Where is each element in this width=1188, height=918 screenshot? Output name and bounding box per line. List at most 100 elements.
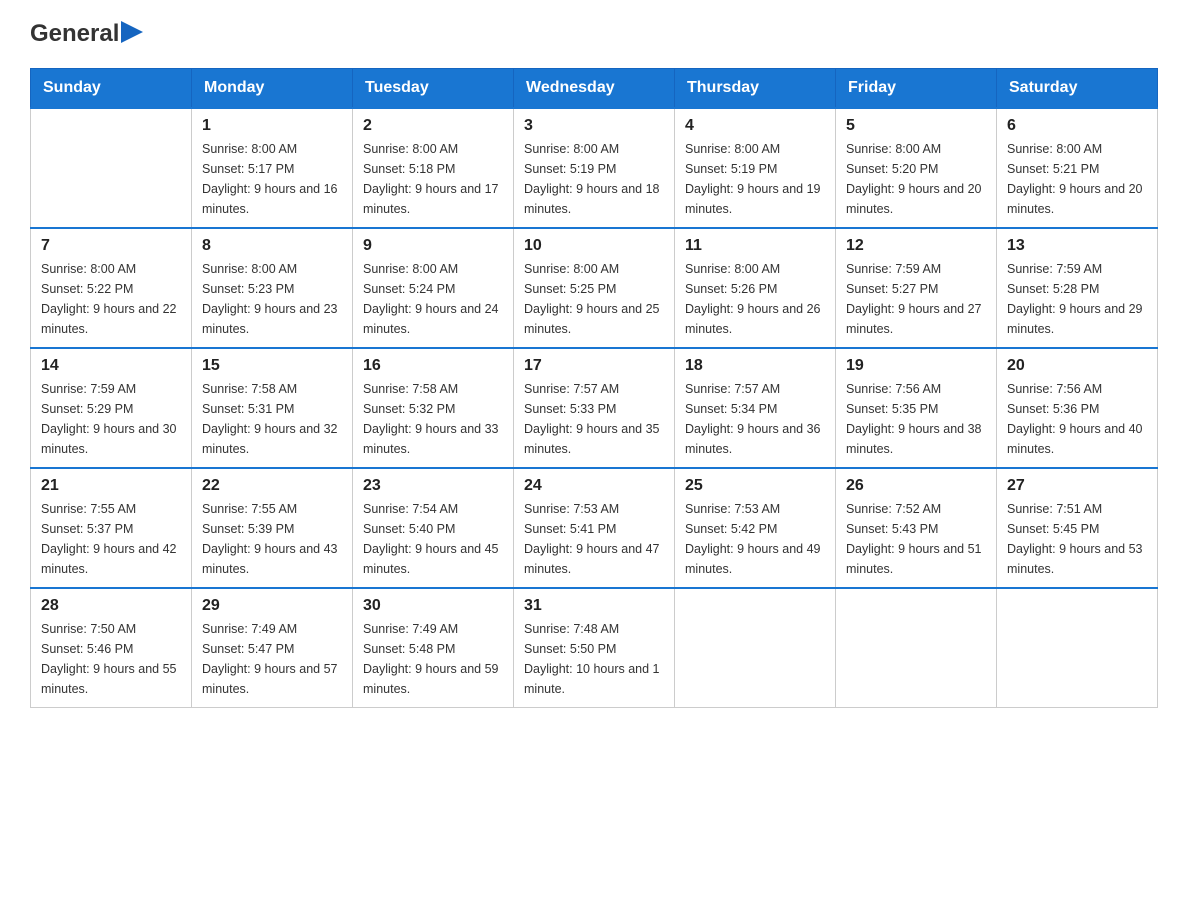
day-info: Sunrise: 7:49 AMSunset: 5:47 PMDaylight:…: [202, 619, 342, 699]
day-number: 21: [41, 477, 181, 495]
day-number: 23: [363, 477, 503, 495]
calendar-cell: 28 Sunrise: 7:50 AMSunset: 5:46 PMDayligh…: [31, 588, 192, 708]
day-info: Sunrise: 7:59 AMSunset: 5:27 PMDaylight:…: [846, 259, 986, 339]
day-info: Sunrise: 7:58 AMSunset: 5:32 PMDaylight:…: [363, 379, 503, 459]
day-number: 6: [1007, 117, 1147, 135]
day-info: Sunrise: 7:53 AMSunset: 5:42 PMDaylight:…: [685, 499, 825, 579]
calendar-cell: 31Sunrise: 7:48 AMSunset: 5:50 PMDayligh…: [514, 588, 675, 708]
calendar-cell: 14 Sunrise: 7:59 AMSunset: 5:29 PMDayligh…: [31, 348, 192, 468]
week-row-3: 14 Sunrise: 7:59 AMSunset: 5:29 PMDayligh…: [31, 348, 1158, 468]
calendar-cell: 3 Sunrise: 8:00 AMSunset: 5:19 PMDaylight…: [514, 108, 675, 228]
calendar-cell: 6 Sunrise: 8:00 AMSunset: 5:21 PMDaylight…: [997, 108, 1158, 228]
day-info: Sunrise: 7:48 AMSunset: 5:50 PMDaylight:…: [524, 619, 664, 699]
day-number: 11: [685, 237, 825, 255]
col-header-sunday: Sunday: [31, 69, 192, 109]
day-number: 12: [846, 237, 986, 255]
day-info: Sunrise: 7:49 AMSunset: 5:48 PMDaylight:…: [363, 619, 503, 699]
calendar-cell: 9Sunrise: 8:00 AMSunset: 5:24 PMDaylight…: [353, 228, 514, 348]
calendar-cell: 25 Sunrise: 7:53 AMSunset: 5:42 PMDayligh…: [675, 468, 836, 588]
week-row-1: 1 Sunrise: 8:00 AMSunset: 5:17 PMDaylight…: [31, 108, 1158, 228]
day-info: Sunrise: 7:55 AMSunset: 5:39 PMDaylight:…: [202, 499, 342, 579]
page-header: General: [30, 20, 1158, 48]
calendar-cell: 16 Sunrise: 7:58 AMSunset: 5:32 PMDayligh…: [353, 348, 514, 468]
day-number: 5: [846, 117, 986, 135]
week-row-5: 28 Sunrise: 7:50 AMSunset: 5:46 PMDayligh…: [31, 588, 1158, 708]
calendar-cell: 10 Sunrise: 8:00 AMSunset: 5:25 PMDayligh…: [514, 228, 675, 348]
col-header-friday: Friday: [836, 69, 997, 109]
day-number: 1: [202, 117, 342, 135]
calendar-cell: 26 Sunrise: 7:52 AMSunset: 5:43 PMDayligh…: [836, 468, 997, 588]
day-number: 24: [524, 477, 664, 495]
calendar-cell: 22 Sunrise: 7:55 AMSunset: 5:39 PMDayligh…: [192, 468, 353, 588]
day-number: 13: [1007, 237, 1147, 255]
day-info: Sunrise: 8:00 AMSunset: 5:19 PMDaylight:…: [524, 139, 664, 219]
calendar-cell: 17 Sunrise: 7:57 AMSunset: 5:33 PMDayligh…: [514, 348, 675, 468]
day-number: 25: [685, 477, 825, 495]
col-header-saturday: Saturday: [997, 69, 1158, 109]
day-info: Sunrise: 7:57 AMSunset: 5:33 PMDaylight:…: [524, 379, 664, 459]
calendar-cell: 8 Sunrise: 8:00 AMSunset: 5:23 PMDaylight…: [192, 228, 353, 348]
day-info: Sunrise: 7:58 AMSunset: 5:31 PMDaylight:…: [202, 379, 342, 459]
day-number: 29: [202, 597, 342, 615]
day-number: 4: [685, 117, 825, 135]
col-header-thursday: Thursday: [675, 69, 836, 109]
day-number: 16: [363, 357, 503, 375]
logo: General: [30, 20, 143, 48]
calendar-cell: 23 Sunrise: 7:54 AMSunset: 5:40 PMDayligh…: [353, 468, 514, 588]
day-info: Sunrise: 7:59 AMSunset: 5:29 PMDaylight:…: [41, 379, 181, 459]
day-info: Sunrise: 7:57 AMSunset: 5:34 PMDaylight:…: [685, 379, 825, 459]
day-number: 28: [41, 597, 181, 615]
day-info: Sunrise: 7:52 AMSunset: 5:43 PMDaylight:…: [846, 499, 986, 579]
calendar-header-row: SundayMondayTuesdayWednesdayThursdayFrid…: [31, 69, 1158, 109]
day-info: Sunrise: 8:00 AMSunset: 5:23 PMDaylight:…: [202, 259, 342, 339]
day-info: Sunrise: 8:00 AMSunset: 5:17 PMDaylight:…: [202, 139, 342, 219]
day-number: 17: [524, 357, 664, 375]
day-number: 26: [846, 477, 986, 495]
logo-general: General: [30, 20, 119, 48]
calendar-cell: 12 Sunrise: 7:59 AMSunset: 5:27 PMDayligh…: [836, 228, 997, 348]
col-header-wednesday: Wednesday: [514, 69, 675, 109]
day-number: 27: [1007, 477, 1147, 495]
calendar-cell: 5 Sunrise: 8:00 AMSunset: 5:20 PMDaylight…: [836, 108, 997, 228]
day-number: 7: [41, 237, 181, 255]
calendar-cell: 1 Sunrise: 8:00 AMSunset: 5:17 PMDaylight…: [192, 108, 353, 228]
day-info: Sunrise: 8:00 AMSunset: 5:26 PMDaylight:…: [685, 259, 825, 339]
calendar-cell: 30 Sunrise: 7:49 AMSunset: 5:48 PMDayligh…: [353, 588, 514, 708]
day-number: 18: [685, 357, 825, 375]
calendar-cell: 20Sunrise: 7:56 AMSunset: 5:36 PMDayligh…: [997, 348, 1158, 468]
calendar-cell: 18 Sunrise: 7:57 AMSunset: 5:34 PMDayligh…: [675, 348, 836, 468]
calendar-cell: 29 Sunrise: 7:49 AMSunset: 5:47 PMDayligh…: [192, 588, 353, 708]
day-info: Sunrise: 8:00 AMSunset: 5:19 PMDaylight:…: [685, 139, 825, 219]
col-header-monday: Monday: [192, 69, 353, 109]
calendar-cell: 2 Sunrise: 8:00 AMSunset: 5:18 PMDaylight…: [353, 108, 514, 228]
calendar-cell: 4 Sunrise: 8:00 AMSunset: 5:19 PMDaylight…: [675, 108, 836, 228]
calendar-cell: [997, 588, 1158, 708]
day-number: 22: [202, 477, 342, 495]
day-info: Sunrise: 8:00 AMSunset: 5:20 PMDaylight:…: [846, 139, 986, 219]
calendar-table: SundayMondayTuesdayWednesdayThursdayFrid…: [30, 68, 1158, 708]
calendar-cell: 7Sunrise: 8:00 AMSunset: 5:22 PMDaylight…: [31, 228, 192, 348]
day-info: Sunrise: 7:55 AMSunset: 5:37 PMDaylight:…: [41, 499, 181, 579]
day-number: 14: [41, 357, 181, 375]
day-number: 10: [524, 237, 664, 255]
day-number: 8: [202, 237, 342, 255]
day-info: Sunrise: 7:56 AMSunset: 5:35 PMDaylight:…: [846, 379, 986, 459]
calendar-cell: [675, 588, 836, 708]
day-info: Sunrise: 8:00 AMSunset: 5:18 PMDaylight:…: [363, 139, 503, 219]
day-number: 2: [363, 117, 503, 135]
day-info: Sunrise: 8:00 AMSunset: 5:24 PMDaylight:…: [363, 259, 503, 339]
day-info: Sunrise: 8:00 AMSunset: 5:21 PMDaylight:…: [1007, 139, 1147, 219]
day-info: Sunrise: 7:54 AMSunset: 5:40 PMDaylight:…: [363, 499, 503, 579]
logo-arrow-icon: [121, 21, 143, 43]
week-row-4: 21 Sunrise: 7:55 AMSunset: 5:37 PMDayligh…: [31, 468, 1158, 588]
day-number: 30: [363, 597, 503, 615]
day-info: Sunrise: 7:56 AMSunset: 5:36 PMDaylight:…: [1007, 379, 1147, 459]
day-number: 3: [524, 117, 664, 135]
calendar-cell: 21 Sunrise: 7:55 AMSunset: 5:37 PMDayligh…: [31, 468, 192, 588]
day-info: Sunrise: 8:00 AMSunset: 5:25 PMDaylight:…: [524, 259, 664, 339]
week-row-2: 7Sunrise: 8:00 AMSunset: 5:22 PMDaylight…: [31, 228, 1158, 348]
day-info: Sunrise: 7:50 AMSunset: 5:46 PMDaylight:…: [41, 619, 181, 699]
day-number: 15: [202, 357, 342, 375]
day-info: Sunrise: 7:53 AMSunset: 5:41 PMDaylight:…: [524, 499, 664, 579]
calendar-cell: 24 Sunrise: 7:53 AMSunset: 5:41 PMDayligh…: [514, 468, 675, 588]
